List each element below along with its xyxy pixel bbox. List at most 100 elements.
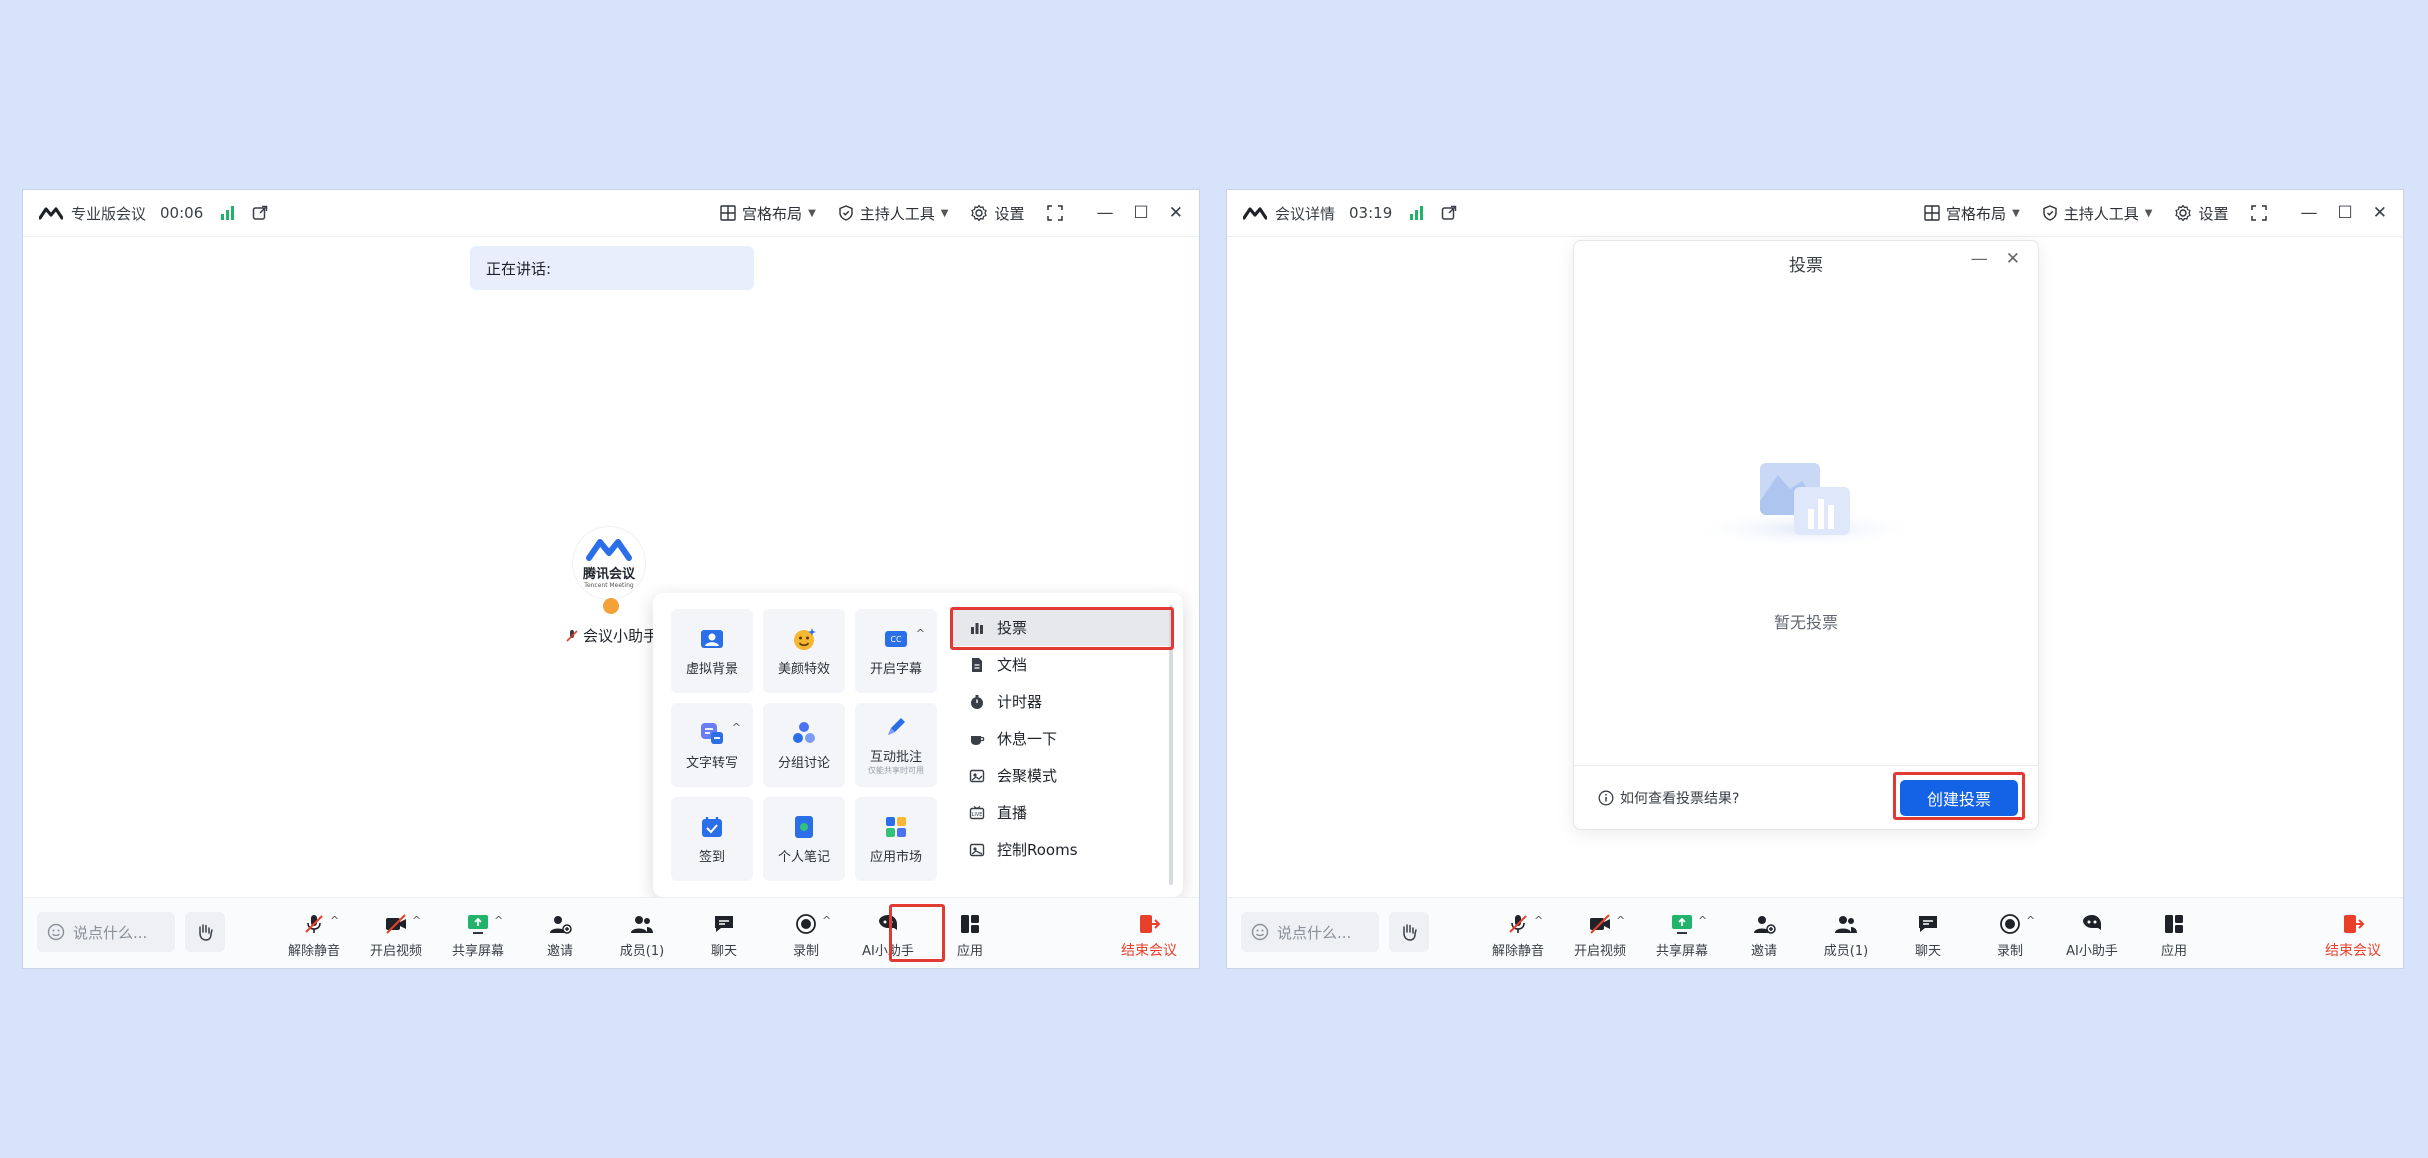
- host-tools-dropdown[interactable]: 主持人工具 ▼: [838, 203, 949, 224]
- ai-assistant-button[interactable]: AI小助手: [2051, 912, 2133, 959]
- app-captions[interactable]: CC 开启字幕 ^: [855, 609, 937, 693]
- external-window-icon[interactable]: [1441, 205, 1457, 221]
- chat-input[interactable]: 说点什么...: [37, 912, 175, 952]
- chat-input[interactable]: 说点什么...: [1241, 912, 1379, 952]
- app-breakout[interactable]: 分组讨论: [763, 703, 845, 787]
- app-label: 美颜特效: [777, 661, 830, 677]
- start-video-button[interactable]: 开启视频 ^: [1559, 912, 1641, 959]
- video-off-icon: [1590, 914, 1610, 934]
- share-screen-button[interactable]: 共享屏幕 ^: [1641, 912, 1723, 959]
- chat-button[interactable]: 聊天: [683, 912, 765, 959]
- apps-grid: 虚拟背景 美颜特效 CC 开启字幕 ^ 文字转写 ^ 分组讨论 互动批注 仅能共…: [671, 609, 937, 881]
- unmute-button[interactable]: 解除静音 ^: [273, 912, 355, 959]
- app-list-label: 文档: [997, 656, 1028, 674]
- app-list-item-timer[interactable]: 计时器: [951, 683, 1169, 720]
- members-button[interactable]: 成员(1): [1805, 912, 1887, 959]
- close-icon[interactable]: ✕: [2006, 249, 2020, 269]
- start-video-button[interactable]: 开启视频 ^: [355, 912, 437, 959]
- end-meeting-button[interactable]: 结束会议: [1121, 912, 1177, 960]
- chevron-up-icon[interactable]: ^: [1616, 914, 1625, 927]
- record-icon: [796, 914, 816, 934]
- app-list-item-rooms[interactable]: 控制Rooms: [951, 831, 1169, 868]
- maximize-icon[interactable]: ☐: [1134, 203, 1149, 223]
- host-tools-dropdown[interactable]: 主持人工具 ▼: [2042, 203, 2152, 224]
- chat-label: 聊天: [710, 944, 737, 959]
- app-label: 虚拟背景: [685, 661, 738, 677]
- end-meeting-button[interactable]: 结束会议: [2325, 912, 2381, 960]
- apps-label: 应用: [956, 944, 983, 959]
- gallery-icon: [969, 769, 985, 782]
- app-label: 互动批注: [869, 750, 922, 765]
- chevron-up-icon[interactable]: ^: [2026, 914, 2035, 927]
- unmute-button[interactable]: 解除静音 ^: [1477, 912, 1559, 959]
- meeting-title[interactable]: 会议详情: [1275, 203, 1335, 224]
- app-annotate[interactable]: 互动批注 仅能共享时可用: [855, 703, 937, 787]
- speaking-label: 正在讲话:: [486, 259, 552, 278]
- participant-name: 会议小助手: [565, 625, 658, 646]
- maximize-icon[interactable]: ☐: [2338, 203, 2353, 223]
- avatar: 腾讯会议 Tencent Meeting: [573, 527, 645, 599]
- chat-placeholder: 说点什么...: [73, 923, 148, 942]
- app-transcribe[interactable]: 文字转写 ^: [671, 703, 753, 787]
- settings-button[interactable]: 设置: [970, 203, 1025, 224]
- app-beauty[interactable]: 美颜特效: [763, 609, 845, 693]
- apps-button[interactable]: 应用: [2133, 912, 2215, 959]
- chevron-up-icon[interactable]: ^: [732, 721, 741, 734]
- meeting-title[interactable]: 专业版会议: [71, 203, 146, 224]
- share-screen-icon: [1672, 915, 1692, 934]
- record-button[interactable]: 录制 ^: [765, 912, 847, 959]
- app-notes[interactable]: 个人笔记: [763, 797, 845, 881]
- shield-icon: [2043, 205, 2057, 221]
- chat-button[interactable]: 聊天: [1887, 912, 1969, 959]
- fullscreen-icon[interactable]: [2250, 205, 2267, 221]
- invite-button[interactable]: 邀请: [1723, 912, 1805, 959]
- avatar-logo-subtext: Tencent Meeting: [584, 582, 634, 589]
- record-button[interactable]: 录制 ^: [1969, 912, 2051, 959]
- app-market[interactable]: 应用市场: [855, 797, 937, 881]
- share-screen-button[interactable]: 共享屏幕 ^: [437, 912, 519, 959]
- chevron-up-icon[interactable]: ^: [412, 914, 421, 927]
- app-virtual-background[interactable]: 虚拟背景: [671, 609, 753, 693]
- chevron-up-icon[interactable]: ^: [330, 914, 339, 927]
- app-checkin[interactable]: 签到: [671, 797, 753, 881]
- invite-button[interactable]: 邀请: [519, 912, 601, 959]
- chevron-up-icon[interactable]: ^: [916, 627, 925, 640]
- emoji-icon: [47, 923, 65, 941]
- apps-icon: [2165, 915, 2183, 933]
- external-window-icon[interactable]: [252, 205, 268, 221]
- meeting-timer: 00:06: [160, 204, 204, 222]
- raise-hand-button[interactable]: [185, 912, 225, 952]
- minimize-icon[interactable]: —: [1097, 203, 1114, 223]
- end-meeting-label: 结束会议: [1121, 943, 1177, 959]
- shield-icon: [839, 205, 853, 221]
- fullscreen-icon[interactable]: [1046, 205, 1063, 221]
- captions-icon: CC: [885, 630, 907, 647]
- toolbar-center: 解除静音 ^ 开启视频 ^ 共享屏幕 ^ 邀请 成员(1) 聊天 录制 ^ AI…: [1477, 912, 2215, 959]
- signal-icon: [1410, 206, 1424, 220]
- members-button[interactable]: 成员(1): [601, 912, 683, 959]
- close-icon[interactable]: ✕: [2373, 203, 2387, 223]
- mic-muted-icon: [566, 629, 578, 642]
- svg-text:LIVE: LIVE: [972, 812, 983, 818]
- chevron-up-icon[interactable]: ^: [494, 914, 503, 927]
- app-list-item-gallery[interactable]: 会聚模式: [951, 757, 1169, 794]
- raise-hand-button[interactable]: [1389, 912, 1429, 952]
- minimize-icon[interactable]: —: [1971, 249, 1988, 269]
- chevron-up-icon[interactable]: ^: [1698, 914, 1707, 927]
- settings-button[interactable]: 设置: [2174, 203, 2229, 224]
- layout-dropdown[interactable]: 宫格布局 ▼: [720, 203, 816, 224]
- app-list-item-break[interactable]: 休息一下: [951, 720, 1169, 757]
- chevron-down-icon: ▼: [940, 207, 949, 219]
- app-list-item-document[interactable]: 文档: [951, 646, 1169, 683]
- chevron-up-icon[interactable]: ^: [1534, 914, 1543, 927]
- layout-dropdown[interactable]: 宫格布局 ▼: [1924, 203, 2020, 224]
- exit-icon: [1140, 915, 1161, 933]
- host-tools-label: 主持人工具: [859, 204, 935, 223]
- chevron-up-icon[interactable]: ^: [822, 914, 831, 927]
- poll-help-link[interactable]: 如何查看投票结果?: [1598, 766, 1739, 830]
- app-list-item-live[interactable]: LIVE 直播: [951, 794, 1169, 831]
- close-icon[interactable]: ✕: [1169, 203, 1183, 223]
- minimize-icon[interactable]: —: [2301, 203, 2318, 223]
- checkin-icon: [702, 816, 722, 837]
- app-list-label: 控制Rooms: [997, 841, 1078, 859]
